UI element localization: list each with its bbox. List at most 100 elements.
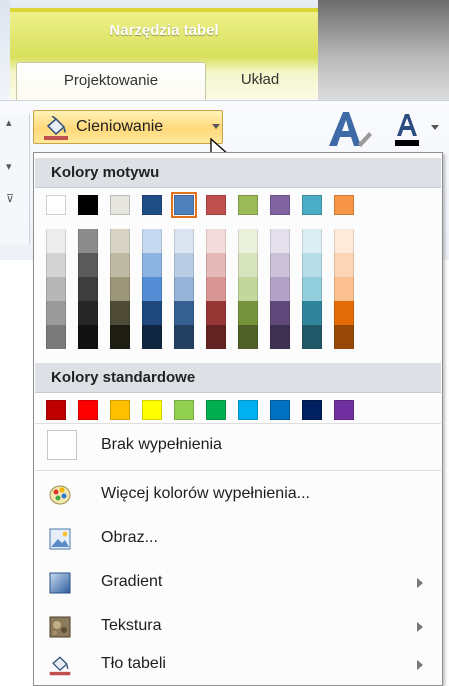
tint-color-swatch[interactable] bbox=[110, 301, 130, 325]
standard-color-swatch[interactable] bbox=[110, 400, 130, 420]
tint-color-swatch[interactable] bbox=[142, 229, 162, 253]
tint-color-swatch[interactable] bbox=[110, 229, 130, 253]
tint-color-swatch[interactable] bbox=[334, 229, 354, 253]
standard-color-swatch[interactable] bbox=[334, 400, 354, 420]
tint-column bbox=[142, 229, 162, 349]
tint-color-swatch[interactable] bbox=[142, 253, 162, 277]
tint-color-swatch[interactable] bbox=[174, 253, 194, 277]
separator bbox=[35, 470, 441, 471]
tint-color-swatch[interactable] bbox=[110, 277, 130, 301]
tint-color-swatch[interactable] bbox=[270, 229, 290, 253]
tint-color-swatch[interactable] bbox=[78, 253, 98, 277]
tint-color-swatch[interactable] bbox=[110, 253, 130, 277]
tint-color-swatch[interactable] bbox=[334, 253, 354, 277]
tint-column bbox=[46, 229, 66, 349]
tint-color-swatch[interactable] bbox=[270, 325, 290, 349]
tint-color-swatch[interactable] bbox=[302, 301, 322, 325]
theme-color-swatch[interactable] bbox=[206, 195, 226, 215]
standard-color-swatch[interactable] bbox=[302, 400, 322, 420]
tint-color-swatch[interactable] bbox=[334, 325, 354, 349]
texture-icon bbox=[49, 616, 71, 638]
tint-color-swatch[interactable] bbox=[302, 229, 322, 253]
theme-color-swatch[interactable] bbox=[46, 195, 66, 215]
tint-color-swatch[interactable] bbox=[302, 253, 322, 277]
tab-projektowanie[interactable]: Projektowanie bbox=[16, 62, 206, 100]
more-fill-colors-item[interactable]: Więcej kolorów wypełnienia... bbox=[35, 473, 441, 517]
tint-color-swatch[interactable] bbox=[206, 301, 226, 325]
tint-color-swatch[interactable] bbox=[78, 325, 98, 349]
gradient-icon bbox=[49, 572, 71, 594]
table-tools-title: Narzędzia tabel bbox=[109, 22, 219, 39]
paint-bucket-icon bbox=[49, 656, 71, 676]
tint-color-swatch[interactable] bbox=[142, 301, 162, 325]
standard-color-swatch[interactable] bbox=[174, 400, 194, 420]
tab-uklad[interactable]: Układ bbox=[212, 62, 308, 100]
tint-color-swatch[interactable] bbox=[46, 301, 66, 325]
tint-color-swatch[interactable] bbox=[270, 253, 290, 277]
tint-color-swatch[interactable] bbox=[270, 277, 290, 301]
standard-color-swatch[interactable] bbox=[46, 400, 66, 420]
tint-color-swatch[interactable] bbox=[334, 301, 354, 325]
tint-color-swatch[interactable] bbox=[46, 229, 66, 253]
gradient-item[interactable]: Gradient bbox=[35, 561, 441, 605]
shading-button[interactable]: Cieniowanie bbox=[33, 110, 223, 144]
font-color-icon[interactable] bbox=[393, 110, 443, 152]
scroll-down-icon[interactable]: ▾ bbox=[6, 160, 12, 173]
gallery-more-icon[interactable]: ⊽ bbox=[6, 192, 14, 205]
wordart-styles-icon[interactable] bbox=[325, 108, 375, 150]
texture-label: Tekstura bbox=[101, 617, 162, 634]
picture-icon bbox=[49, 528, 71, 550]
theme-color-swatch[interactable] bbox=[78, 195, 98, 215]
picture-item[interactable]: Obraz... bbox=[35, 517, 441, 561]
theme-color-swatch[interactable] bbox=[171, 192, 197, 218]
chevron-right-icon bbox=[417, 660, 423, 670]
standard-color-swatch[interactable] bbox=[142, 400, 162, 420]
table-background-label: Tło tabeli bbox=[101, 655, 166, 672]
tint-color-swatch[interactable] bbox=[46, 253, 66, 277]
standard-color-swatch[interactable] bbox=[238, 400, 258, 420]
standard-color-swatch[interactable] bbox=[270, 400, 290, 420]
theme-color-swatch[interactable] bbox=[302, 195, 322, 215]
table-background-item[interactable]: Tło tabeli bbox=[35, 643, 441, 686]
tint-color-swatch[interactable] bbox=[174, 229, 194, 253]
picture-label: Obraz... bbox=[101, 529, 158, 546]
scroll-up-icon[interactable]: ▴ bbox=[6, 116, 12, 129]
tint-color-swatch[interactable] bbox=[110, 325, 130, 349]
theme-color-swatch[interactable] bbox=[110, 195, 130, 215]
tint-color-swatch[interactable] bbox=[78, 229, 98, 253]
tint-color-swatch[interactable] bbox=[78, 301, 98, 325]
table-styles-gallery-scroll[interactable]: ▴ ▾ ⊽ bbox=[0, 114, 30, 244]
tint-color-swatch[interactable] bbox=[238, 325, 258, 349]
theme-color-swatch[interactable] bbox=[334, 195, 354, 215]
tint-color-swatch[interactable] bbox=[142, 325, 162, 349]
chevron-down-icon[interactable] bbox=[212, 124, 220, 129]
tint-color-swatch[interactable] bbox=[238, 229, 258, 253]
tint-color-swatch[interactable] bbox=[206, 277, 226, 301]
theme-color-swatch[interactable] bbox=[142, 195, 162, 215]
no-fill-item[interactable]: Brak wypełnienia bbox=[35, 424, 441, 468]
tint-color-swatch[interactable] bbox=[238, 301, 258, 325]
tint-color-swatch[interactable] bbox=[206, 229, 226, 253]
tint-color-swatch[interactable] bbox=[302, 277, 322, 301]
tint-color-swatch[interactable] bbox=[238, 277, 258, 301]
tint-color-swatch[interactable] bbox=[206, 253, 226, 277]
theme-colors-header: Kolory motywu bbox=[35, 158, 441, 188]
tint-color-swatch[interactable] bbox=[78, 277, 98, 301]
tint-color-swatch[interactable] bbox=[206, 325, 226, 349]
tint-color-swatch[interactable] bbox=[174, 277, 194, 301]
tint-color-swatch[interactable] bbox=[302, 325, 322, 349]
tint-color-swatch[interactable] bbox=[46, 277, 66, 301]
tint-color-swatch[interactable] bbox=[270, 301, 290, 325]
tint-color-swatch[interactable] bbox=[142, 277, 162, 301]
tint-column bbox=[206, 229, 226, 349]
paint-bucket-icon bbox=[44, 116, 68, 140]
theme-color-swatch[interactable] bbox=[270, 195, 290, 215]
tint-color-swatch[interactable] bbox=[46, 325, 66, 349]
tint-color-swatch[interactable] bbox=[174, 301, 194, 325]
tint-color-swatch[interactable] bbox=[174, 325, 194, 349]
standard-color-swatch[interactable] bbox=[78, 400, 98, 420]
tint-color-swatch[interactable] bbox=[238, 253, 258, 277]
theme-color-swatch[interactable] bbox=[238, 195, 258, 215]
tint-color-swatch[interactable] bbox=[334, 277, 354, 301]
standard-color-swatch[interactable] bbox=[206, 400, 226, 420]
